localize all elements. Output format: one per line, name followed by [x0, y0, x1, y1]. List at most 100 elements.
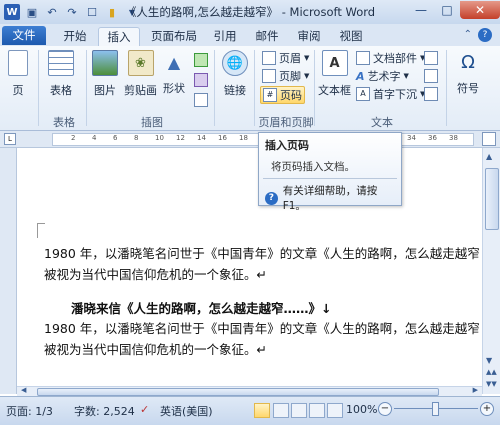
title-bar: W ▣ ↶ ↷ ☐ ▮ ▼ 《人生的路啊,怎么越走越窄》 - Microsoft…	[0, 0, 500, 25]
ruler-tick-label: 2	[71, 134, 76, 142]
scrollbar-thumb[interactable]	[485, 168, 499, 230]
scroll-up-icon[interactable]: ▲	[486, 152, 492, 161]
tooltip-title: 插入页码	[265, 139, 309, 152]
close-icon[interactable]: ✕	[460, 1, 500, 19]
paragraph-line: 被视为当代中国信仰危机的一个象征。↵	[44, 342, 267, 357]
ruler-tick-label: 38	[449, 134, 458, 142]
scroll-right-icon[interactable]: ▶	[473, 386, 478, 394]
ruler-tick-label: 4	[92, 134, 97, 142]
status-bar: 页面: 1/3 字数: 2,524 ✓ 英语(美国) 100% − +	[0, 396, 500, 425]
table-button[interactable]: 表格	[48, 50, 74, 98]
full-screen-reading-icon[interactable]	[273, 403, 289, 418]
ruler-tick-label: 14	[197, 134, 206, 142]
maximize-icon[interactable]: □	[434, 1, 460, 19]
signature-line-icon[interactable]	[424, 50, 438, 66]
language[interactable]: 英语(美国)	[160, 403, 213, 419]
tab-page-layout[interactable]: 页面布局	[146, 27, 202, 46]
tab-view[interactable]: 视图	[334, 27, 368, 46]
outline-icon[interactable]	[309, 403, 325, 418]
wordart-button[interactable]: A 艺术字 ▼	[356, 68, 409, 84]
ribbon-tabs: 文件 开始 插入 页面布局 引用 邮件 审阅 视图 ⌃ ?	[0, 24, 500, 47]
zoom-out-icon[interactable]: −	[378, 402, 392, 416]
tab-file[interactable]: 文件	[2, 26, 46, 45]
shapes-icon: ▲	[167, 52, 181, 72]
header-button[interactable]: 页眉 ▼	[262, 50, 309, 66]
draft-icon[interactable]	[327, 403, 343, 418]
zoom-in-icon[interactable]: +	[480, 402, 494, 416]
tooltip-divider	[263, 178, 397, 179]
vertical-scrollbar[interactable]: ▲ ▼ ▲▲ ▼▼	[482, 148, 500, 394]
vertical-ruler[interactable]	[0, 148, 17, 394]
scroll-down-icon[interactable]: ▼	[486, 356, 492, 365]
scroll-left-icon[interactable]: ◀	[21, 386, 26, 394]
ruler-tick-label: 18	[239, 134, 248, 142]
object-icon[interactable]	[424, 86, 438, 102]
help-icon[interactable]: ?	[478, 28, 492, 42]
zoom-level[interactable]: 100%	[346, 403, 377, 416]
tooltip-help: ? 有关详细帮助，请按 F1。	[265, 183, 401, 213]
scrollbar-thumb[interactable]	[37, 388, 439, 396]
tab-selector-icon[interactable]: L	[4, 133, 16, 145]
screenshot-icon[interactable]	[194, 92, 208, 108]
page-count[interactable]: 页面: 1/3	[6, 403, 53, 419]
heading: 潘晓来信《人生的路啊，怎么越走越窄……》↓	[71, 301, 332, 316]
group-label-header-footer: 页眉和页脚	[258, 116, 314, 129]
tab-home[interactable]: 开始	[56, 27, 94, 46]
pages-button[interactable]: 页	[8, 50, 28, 98]
tab-mailings[interactable]: 邮件	[250, 27, 284, 46]
link-icon: 🌐	[222, 50, 248, 76]
clipart-button[interactable]: ❀ 剪贴画	[124, 50, 157, 98]
document-canvas[interactable]: 1980 年，以潘晓笔名问世于《中国青年》的文章《人生的路啊，怎么越走越窄 被视…	[17, 148, 482, 394]
web-layout-icon[interactable]	[291, 403, 307, 418]
header-icon	[262, 51, 276, 65]
previous-page-icon[interactable]: ▲▲	[486, 368, 497, 376]
ribbon-separator	[254, 50, 255, 126]
chart-icon[interactable]	[194, 72, 208, 88]
dropcap-button[interactable]: A 首字下沉 ▼	[356, 86, 425, 102]
dropdown-icon: ▼	[304, 72, 310, 80]
ribbon: 页 表格 表格 图片 ❀ 剪贴画 ▲ 形状 插图 🌐 链接 页眉 ▼ 页脚 ▼ # 页…	[0, 46, 500, 131]
symbol-button[interactable]: Ω 符号	[456, 50, 480, 96]
ribbon-separator	[86, 50, 87, 126]
ribbon-separator	[314, 50, 315, 126]
date-time-icon[interactable]	[424, 68, 438, 84]
horizontal-scrollbar[interactable]: ◀ ▶	[17, 386, 482, 396]
page-number-icon: #	[263, 88, 277, 102]
view-ruler-icon[interactable]	[482, 132, 496, 146]
page-icon	[8, 50, 28, 76]
footer-button[interactable]: 页脚 ▼	[262, 68, 309, 84]
dropdown-icon: ▼	[403, 72, 409, 80]
smartart-icon[interactable]	[194, 52, 208, 68]
proofing-icon[interactable]: ✓	[140, 403, 149, 416]
ribbon-separator	[446, 50, 447, 126]
next-page-icon[interactable]: ▼▼	[486, 380, 497, 388]
shapes-button[interactable]: ▲ 形状	[162, 50, 186, 96]
footer-icon	[262, 69, 276, 83]
page-number-button[interactable]: # 页码	[260, 86, 305, 104]
link-button[interactable]: 🌐 链接	[222, 50, 248, 98]
window-controls: — □ ✕	[408, 0, 500, 22]
group-label-illustrations: 插图	[141, 116, 163, 129]
tab-insert[interactable]: 插入	[98, 27, 140, 47]
paragraph-line: 1980 年，以潘晓笔名问世于《中国青年》的文章《人生的路啊，怎么越走越窄	[44, 321, 480, 336]
ruler-tick-label: 12	[176, 134, 185, 142]
print-layout-icon[interactable]	[254, 403, 270, 418]
picture-button[interactable]: 图片	[92, 50, 118, 98]
group-label-tables: 表格	[53, 116, 75, 129]
tooltip-description: 将页码插入文档。	[271, 161, 355, 173]
word-count[interactable]: 字数: 2,524	[74, 403, 135, 419]
clipart-icon: ❀	[127, 50, 154, 76]
minimize-icon[interactable]: —	[408, 1, 434, 19]
zoom-slider-thumb[interactable]	[432, 402, 439, 416]
ruler-tick-label: 16	[218, 134, 227, 142]
margin-corner-mark	[37, 223, 45, 238]
ribbon-minimize-icon[interactable]: ⌃	[464, 29, 472, 40]
ruler-tick-label: 6	[113, 134, 118, 142]
ribbon-separator	[38, 50, 39, 126]
wordart-icon: A	[356, 69, 365, 83]
tab-references[interactable]: 引用	[208, 27, 242, 46]
quick-parts-button[interactable]: 文档部件 ▼	[356, 50, 425, 66]
omega-icon: Ω	[461, 51, 475, 73]
textbox-button[interactable]: A 文本框	[318, 50, 351, 98]
tab-review[interactable]: 审阅	[292, 27, 326, 46]
